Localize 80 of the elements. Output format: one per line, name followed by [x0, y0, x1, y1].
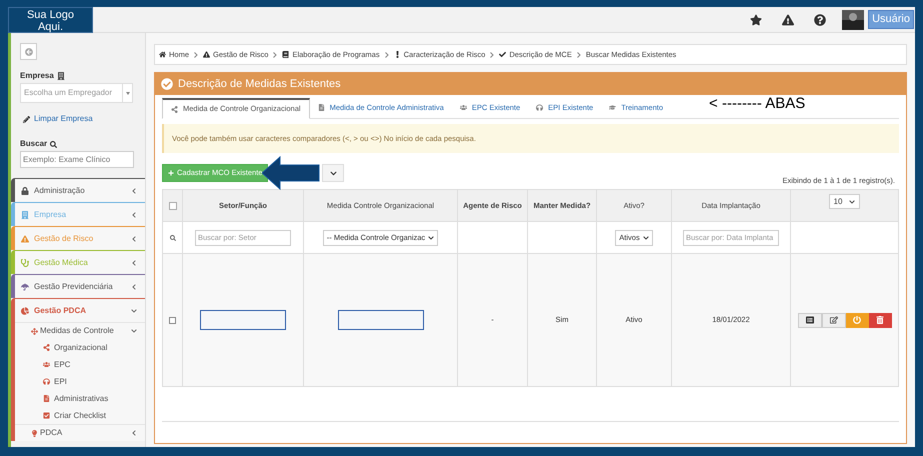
users-icon [43, 361, 50, 368]
view-button[interactable] [798, 312, 822, 328]
document-icon [43, 395, 50, 402]
separator-icon [194, 52, 198, 58]
chevron-left-icon [131, 430, 137, 436]
delete-button[interactable] [868, 312, 892, 328]
submenu-item[interactable]: PDCA [15, 424, 145, 441]
building-icon [56, 72, 65, 80]
warning-icon[interactable] [782, 14, 794, 26]
power-icon [853, 316, 861, 324]
submenu-item[interactable]: EPC [15, 356, 145, 373]
headphones-icon [43, 378, 50, 385]
search-icon [50, 140, 58, 148]
chevron-down-icon [330, 170, 337, 176]
checkbox-icon [43, 412, 50, 419]
back-arrow-icon [24, 48, 32, 56]
row-checkbox[interactable] [169, 316, 176, 324]
lock-icon [21, 186, 29, 194]
list-icon [806, 316, 814, 324]
warning-icon [203, 51, 210, 58]
chevron-left-icon [131, 260, 137, 266]
warning-icon [21, 234, 29, 242]
chevron-down-icon [849, 198, 856, 204]
separator-icon [273, 52, 278, 58]
chevron-left-icon [131, 212, 137, 218]
logo: Sua Logo Aqui. [8, 6, 93, 32]
chevron-down-icon [131, 308, 137, 314]
search-icon [170, 234, 176, 240]
collapse-button[interactable] [20, 43, 37, 60]
submenu-item[interactable]: EPI [15, 373, 145, 390]
graduation-cap-icon [609, 104, 616, 111]
dropdown-button[interactable] [322, 164, 344, 182]
help-icon[interactable] [814, 14, 826, 26]
submenu-item[interactable]: Medidas de Controle [15, 322, 145, 339]
page-size-select[interactable]: 10 [829, 194, 860, 209]
share-icon [43, 344, 50, 351]
star-icon[interactable] [750, 14, 762, 26]
pie-chart-icon [21, 306, 29, 314]
checkbox[interactable] [168, 202, 176, 210]
separator-icon [384, 52, 389, 58]
chevron-left-icon [131, 236, 137, 242]
trash-icon [876, 316, 884, 324]
exclamation-icon [394, 51, 401, 58]
book-icon [282, 51, 290, 58]
menu-item[interactable]: Administração [15, 179, 145, 202]
panel-title: Descrição de Medidas Existentes [178, 76, 341, 92]
annotation-label: < -------- ABAS [709, 94, 806, 114]
stethoscope-icon [21, 258, 29, 266]
separator-icon [490, 52, 494, 58]
chevron-down-icon [642, 234, 649, 240]
clear-company-link[interactable]: Limpar Empresa [34, 113, 93, 125]
search-field[interactable]: Exemplo: Exame Clínico [20, 151, 134, 168]
avatar [842, 10, 864, 30]
chevron-down-icon [428, 234, 434, 240]
lightbulb-icon [31, 430, 38, 436]
search-label: Buscar [20, 138, 48, 150]
umbrella-icon [21, 282, 29, 290]
chevron-down-icon [131, 328, 137, 334]
submenu-item[interactable]: Criar Checklist [15, 407, 145, 424]
users-icon [460, 104, 467, 111]
company-label: Empresa [20, 70, 54, 82]
arrow-drawing [262, 156, 320, 190]
move-icon [31, 328, 38, 334]
headphones-icon [536, 104, 544, 111]
menu-item[interactable]: Gestão PDCA [15, 299, 145, 322]
edit-icon [830, 316, 838, 324]
share-icon [171, 106, 178, 112]
separator-icon [576, 52, 581, 58]
building-icon [21, 210, 29, 218]
home-icon [159, 51, 166, 58]
edit-button[interactable] [822, 312, 846, 328]
check-icon [499, 51, 506, 58]
document-icon [318, 104, 325, 111]
caret-icon [126, 92, 130, 94]
chevron-left-icon [131, 284, 137, 290]
plus-icon [168, 170, 174, 176]
menu-item[interactable]: Gestão Previdenciária [15, 275, 145, 298]
chevron-left-icon [131, 188, 137, 194]
submenu-item[interactable]: Administrativas [15, 390, 145, 407]
submenu-item[interactable]: Organizacional [15, 339, 145, 356]
